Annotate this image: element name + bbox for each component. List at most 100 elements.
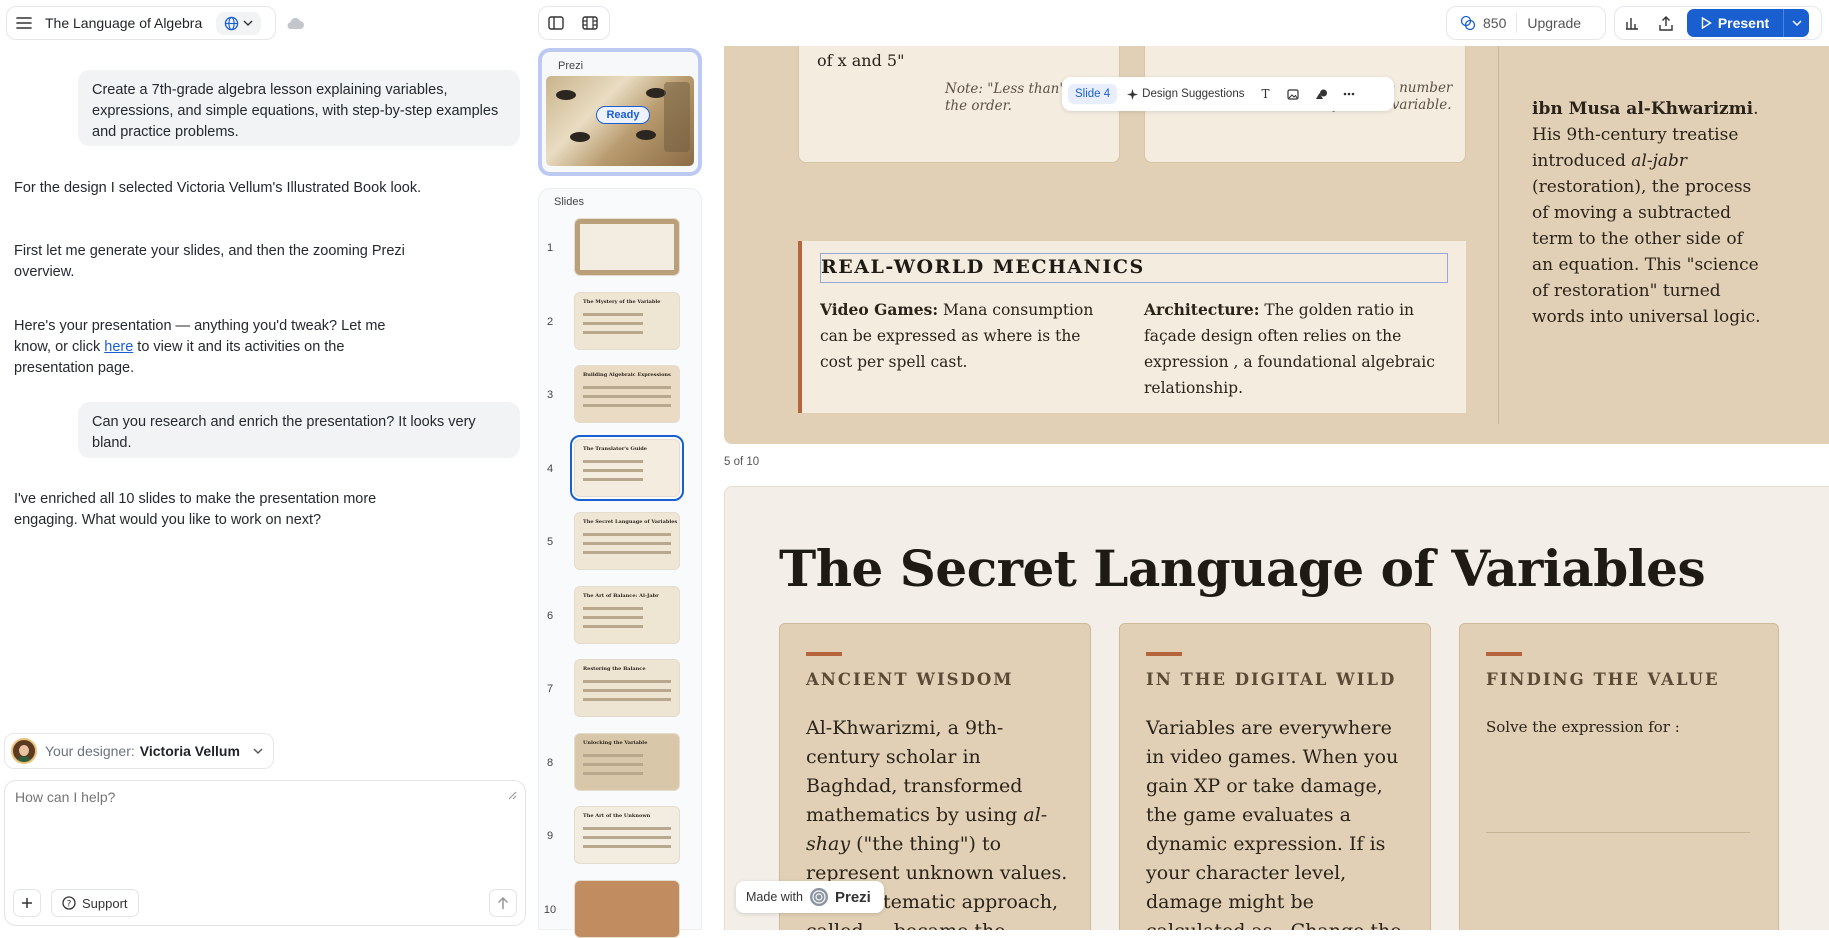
assistant-message: First let me generate your slides, and t… bbox=[14, 243, 405, 280]
top-bar: The Language of Algebra 850 Upgrade Pres… bbox=[0, 0, 1829, 46]
real-world-box: REAL-WORLD MECHANICS Video Games: Mana c… bbox=[798, 241, 1466, 413]
slide-thumbnail-title: The Secret Language of Variables bbox=[583, 519, 678, 525]
chat-input[interactable] bbox=[15, 789, 505, 869]
card-accent-bar bbox=[1146, 652, 1182, 656]
chevron-down-icon bbox=[243, 20, 253, 26]
thumbnail-text-line bbox=[583, 845, 671, 848]
credits-group: 850 Upgrade bbox=[1446, 6, 1606, 40]
design-suggestions-label: Design Suggestions bbox=[1142, 88, 1245, 100]
thumbnail-text-line bbox=[583, 827, 671, 830]
actions-group: Present bbox=[1614, 6, 1822, 40]
slide-number: 10 bbox=[543, 903, 557, 916]
present-button[interactable]: Present bbox=[1687, 9, 1783, 37]
card-text: of x and 5" bbox=[817, 51, 905, 70]
slide-thumbnail-title: Building Algebraic Expressions bbox=[583, 372, 671, 378]
presentation-canvas: of x and 5" Note: "Less than" flips the … bbox=[712, 46, 1829, 930]
assistant-message: Here's your presentation — anything you'… bbox=[14, 316, 424, 379]
slide-thumbnail-title: The Translator's Guide bbox=[583, 445, 647, 452]
slide-4[interactable]: of x and 5" Note: "Less than" flips the … bbox=[724, 46, 1829, 444]
thumbnail-text-line bbox=[583, 606, 643, 610]
slide-chip[interactable]: Slide 4 bbox=[1068, 84, 1118, 104]
slide-thumbnail-title: Unlocking the Variable bbox=[583, 739, 648, 746]
sidebar-view-icon[interactable] bbox=[539, 7, 573, 39]
slide-thumbnail-5[interactable]: The Secret Language of Variables bbox=[574, 512, 680, 570]
shapes-tool-icon[interactable] bbox=[1310, 89, 1332, 100]
slide-thumbnail-title: Restoring the Balance bbox=[583, 666, 646, 672]
slide-thumbnail-8[interactable]: Unlocking the Variable bbox=[574, 732, 680, 791]
thumbnail-text-line bbox=[583, 698, 671, 701]
slide-thumbnail-1[interactable] bbox=[574, 218, 680, 276]
arrow-up-icon bbox=[497, 896, 509, 909]
thumbnail-text-line bbox=[583, 459, 643, 463]
thumbnail-text-line bbox=[583, 468, 643, 472]
card-heading: IN THE DIGITAL WILD bbox=[1146, 670, 1397, 689]
slide-toolbar: Slide 4 Design Suggestions T bbox=[1062, 77, 1394, 111]
designer-selector[interactable]: Your designer: Victoria Vellum bbox=[4, 733, 274, 769]
slide-thumbnail-2[interactable]: The Mystery of the Variable bbox=[574, 291, 680, 350]
resize-handle-icon[interactable] bbox=[507, 787, 517, 805]
credits-count: 850 bbox=[1483, 15, 1507, 31]
info-card-finding-value: FINDING THE VALUE Solve the expression f… bbox=[1459, 623, 1779, 930]
message-text: Create a 7th-grade algebra lesson explai… bbox=[92, 82, 499, 140]
sparkle-icon bbox=[1127, 88, 1139, 100]
slide-title: The Secret Language of Variables bbox=[779, 539, 1706, 598]
rw-label: Video Games: bbox=[820, 300, 939, 319]
upgrade-button[interactable]: Upgrade bbox=[1527, 15, 1581, 31]
more-options-icon[interactable] bbox=[1338, 92, 1360, 96]
rw-heading-frame[interactable]: REAL-WORLD MECHANICS bbox=[820, 253, 1448, 283]
thumbnail-text-line bbox=[583, 330, 643, 334]
image-tool-icon[interactable] bbox=[1282, 88, 1304, 100]
prezi-overview-card[interactable]: Prezi Ready bbox=[538, 48, 702, 176]
cloud-sync-icon bbox=[284, 13, 306, 33]
card-body: Variables are everywhere in video games.… bbox=[1146, 714, 1412, 930]
support-label: Support bbox=[82, 895, 128, 911]
card-text: Variables are everywhere in video games.… bbox=[1146, 717, 1402, 930]
designer-label: Your designer: bbox=[45, 743, 135, 759]
slide-number: 4 bbox=[546, 462, 554, 475]
slide-counter: 5 of 10 bbox=[724, 456, 760, 468]
presentation-link[interactable]: here bbox=[104, 339, 133, 355]
add-attachment-button[interactable] bbox=[13, 889, 41, 917]
column-divider bbox=[1498, 46, 1499, 424]
answer-line bbox=[1486, 832, 1750, 833]
analytics-icon[interactable] bbox=[1615, 7, 1649, 39]
side-italic: al-jabr bbox=[1631, 151, 1688, 171]
send-button[interactable] bbox=[489, 889, 517, 917]
title-group: The Language of Algebra bbox=[6, 6, 276, 40]
card-heading: FINDING THE VALUE bbox=[1486, 670, 1720, 689]
slide-thumbnail-9[interactable]: The Art of the Unknown bbox=[574, 806, 680, 864]
made-with-prezi-badge[interactable]: Made with Prezi bbox=[736, 881, 884, 913]
card-text: Solve the expression for : bbox=[1486, 718, 1680, 736]
slide-thumbnail-3[interactable]: Building Algebraic Expressions bbox=[574, 365, 680, 423]
filmstrip-view-icon[interactable] bbox=[573, 7, 607, 39]
assistant-message: I've enriched all 10 slides to make the … bbox=[14, 491, 377, 528]
presentation-title[interactable]: The Language of Algebra bbox=[45, 15, 202, 31]
slide-thumbnail-10[interactable] bbox=[574, 879, 680, 938]
slide-thumbnail-6[interactable]: The Art of Balance: Al-Jabr bbox=[574, 585, 680, 644]
design-suggestions-button[interactable]: Design Suggestions bbox=[1123, 88, 1248, 100]
support-button[interactable]: ? Support bbox=[51, 889, 139, 917]
plus-icon bbox=[22, 898, 32, 908]
slide-5[interactable]: The Secret Language of Variables ANCIENT… bbox=[724, 486, 1829, 930]
slides-label: Slides bbox=[554, 196, 584, 208]
language-selector[interactable] bbox=[216, 11, 262, 35]
thumbnail-text-line bbox=[583, 624, 643, 628]
slide-thumbnail-4[interactable]: The Translator's Guide bbox=[570, 434, 684, 501]
made-with-label: Made with bbox=[746, 890, 803, 904]
share-icon[interactable] bbox=[1649, 7, 1683, 39]
card-heading: ANCIENT WISDOM bbox=[806, 670, 1014, 689]
card-accent-bar bbox=[1486, 652, 1522, 656]
side-name: ibn Musa al-Khwarizmi bbox=[1532, 99, 1754, 119]
slide-number: 7 bbox=[546, 683, 554, 695]
text-tool-icon[interactable]: T bbox=[1254, 87, 1276, 101]
thumbnail-text-line bbox=[583, 680, 671, 683]
present-options-button[interactable] bbox=[1783, 9, 1809, 37]
hamburger-menu-icon[interactable] bbox=[7, 7, 41, 39]
chevron-down-icon bbox=[1791, 20, 1802, 27]
svg-text:?: ? bbox=[67, 900, 72, 910]
ready-badge: Ready bbox=[596, 106, 650, 124]
slide-rail: Prezi Ready Slides 1 2 The Mystery of the … bbox=[538, 46, 708, 938]
chat-panel: Create a 7th-grade algebra lesson explai… bbox=[0, 46, 530, 930]
slide-thumbnail-7[interactable]: Restoring the Balance bbox=[574, 659, 680, 717]
thumbnail-text-line bbox=[583, 836, 671, 839]
